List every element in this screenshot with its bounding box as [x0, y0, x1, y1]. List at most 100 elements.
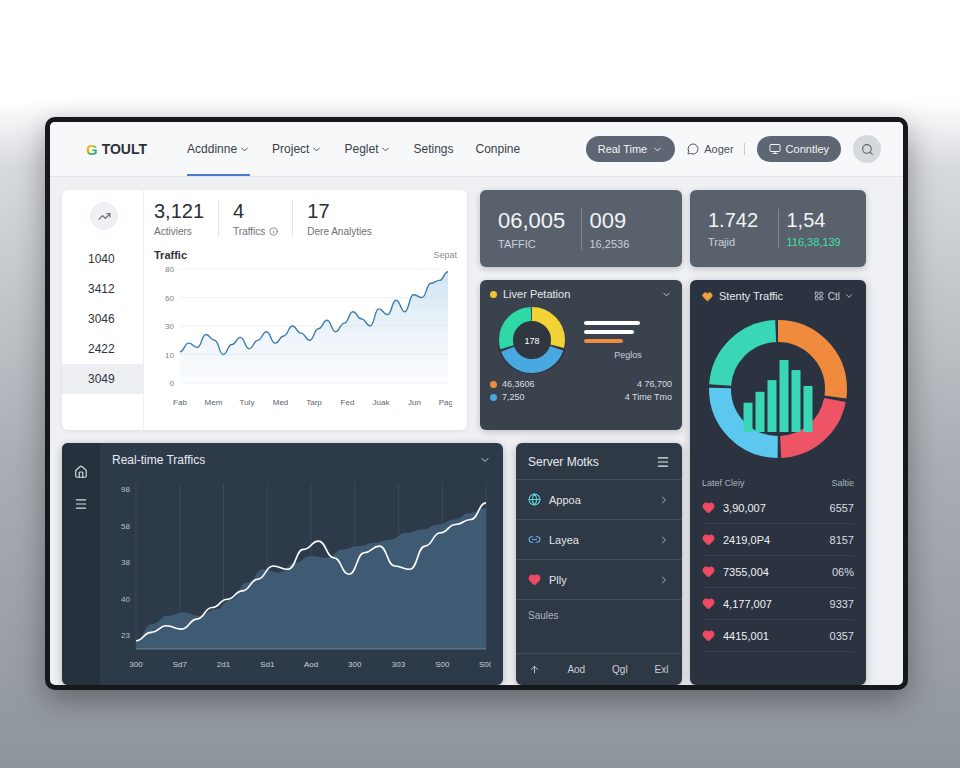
- nav-item[interactable]: Project: [272, 122, 322, 176]
- mode-dropdown[interactable]: Real Time: [586, 136, 676, 162]
- user-link[interactable]: Aoger: [687, 143, 744, 155]
- x-label: Sd1: [260, 660, 275, 669]
- y-tick: 0: [170, 379, 175, 388]
- card-menu[interactable]: [661, 289, 672, 300]
- value-item[interactable]: 3049: [62, 364, 143, 394]
- traffic-chart: 806030100FabMemTulyMedTarpFedJuakJunPagd: [154, 261, 452, 409]
- x-label: 2d1: [217, 660, 231, 669]
- home-icon[interactable]: [74, 465, 88, 479]
- table-row[interactable]: 2419,0P48157: [702, 524, 854, 556]
- stat-value: 3,121: [154, 200, 204, 223]
- donut-segment[interactable]: [720, 331, 836, 447]
- value-item[interactable]: 3046: [62, 304, 143, 334]
- table-row[interactable]: 4,177,0079337: [702, 588, 854, 620]
- figure: 46,3606: [490, 379, 535, 389]
- donut-segment[interactable]: [506, 314, 558, 366]
- donut-segment[interactable]: [506, 314, 558, 366]
- row-share: 0357: [830, 630, 854, 642]
- chart-action[interactable]: Sepat: [433, 250, 457, 260]
- search-button[interactable]: [853, 135, 881, 163]
- heart-icon: [702, 501, 715, 514]
- x-label: 300: [348, 660, 362, 669]
- chevron-right-icon: [658, 494, 670, 506]
- chevron-down-icon: [844, 291, 854, 301]
- row-share: 6557: [830, 502, 854, 514]
- y-tick: 30: [165, 322, 174, 331]
- nav-item[interactable]: Peglet: [344, 122, 391, 176]
- traffic-bar[interactable]: [768, 380, 777, 432]
- y-tick: 40: [121, 595, 130, 604]
- trend-icon: [98, 210, 111, 223]
- table-row[interactable]: 3,90,0076557: [702, 492, 854, 524]
- card-menu[interactable]: Ctl: [814, 291, 854, 302]
- x-label: Fab: [173, 398, 187, 407]
- menu-icon[interactable]: [74, 497, 88, 511]
- traffic-bar[interactable]: [792, 370, 801, 432]
- stat-label: TAFFIC: [498, 238, 573, 250]
- chat-icon: [687, 143, 699, 155]
- nav-item[interactable]: Conpine: [476, 122, 521, 176]
- donut-wrap: [702, 314, 854, 464]
- heart-icon: [702, 597, 715, 610]
- menu-icon[interactable]: [656, 455, 670, 469]
- traffic-line[interactable]: [136, 503, 486, 641]
- traffic-bar[interactable]: [756, 392, 765, 432]
- donut-segment[interactable]: [506, 314, 558, 366]
- card-header: Liver Petation: [490, 288, 672, 300]
- table-row[interactable]: 7355,00406%: [702, 556, 854, 588]
- row-share: 06%: [832, 566, 854, 578]
- footer-item[interactable]: Qgl: [612, 664, 628, 675]
- donut-segment[interactable]: [720, 331, 836, 447]
- card-title: Stenty Traffic: [719, 290, 783, 302]
- logo[interactable]: GTOULT: [86, 141, 147, 158]
- stat: 1,54116,38,139: [779, 209, 857, 248]
- stat: 06,005TAFFIC: [490, 208, 582, 250]
- value-item[interactable]: 3412: [62, 274, 143, 304]
- arrow-up-icon: [529, 664, 540, 675]
- figure-dot: [490, 381, 497, 388]
- value-item[interactable]: 2422: [62, 334, 143, 364]
- column-header: Latef Cleiy: [702, 478, 745, 488]
- account-button[interactable]: Conntley: [757, 136, 841, 162]
- server-row[interactable]: Appoa: [516, 479, 682, 519]
- stat: 17Dere Analyties: [307, 200, 385, 237]
- column-header: Saltie: [831, 478, 854, 488]
- stat-value: 1.742: [708, 209, 770, 232]
- traffic-stat-card: 06,005TAFFIC00916,2536: [480, 190, 682, 267]
- traffic-bar[interactable]: [744, 403, 753, 432]
- page: GTOULT Acddinne Project Peglet Setings Conpin…: [0, 0, 960, 768]
- up-button[interactable]: [529, 664, 540, 675]
- legend-bar: [584, 330, 634, 334]
- card-menu[interactable]: [479, 454, 491, 466]
- x-label: Juak: [373, 398, 391, 407]
- footer-item[interactable]: Aod: [567, 664, 585, 675]
- server-row[interactable]: Layea: [516, 519, 682, 559]
- top-row: 10403412304624223049 3,121Activiers 4 Traff…: [62, 190, 682, 430]
- trend-stat-card: 1.742Trajid1,54116,38,139: [690, 190, 866, 267]
- stat: 4 Traffics: [233, 200, 293, 237]
- traffic-line[interactable]: [180, 272, 448, 355]
- donut-segment[interactable]: [720, 331, 836, 447]
- info-icon: [269, 227, 278, 236]
- server-row[interactable]: Plly: [516, 559, 682, 599]
- value-item[interactable]: 1040: [62, 244, 143, 274]
- traffic-bar[interactable]: [804, 386, 813, 432]
- footer-item[interactable]: Exl: [655, 664, 669, 675]
- nav-item[interactable]: Setings: [413, 122, 453, 176]
- row-share: 9337: [830, 598, 854, 610]
- x-label: 300: [129, 660, 143, 669]
- donut-ring: [720, 331, 836, 447]
- stat-value: 4: [233, 200, 278, 223]
- x-label: Tarp: [306, 398, 322, 407]
- figure-row: 7,2504 Time Tmo: [490, 392, 672, 402]
- trend-button[interactable]: [90, 202, 118, 230]
- x-label: S00: [435, 660, 450, 669]
- traffic-bar[interactable]: [780, 360, 789, 432]
- stat: 3,121Activiers: [154, 200, 219, 237]
- monitor-icon: [769, 143, 781, 155]
- stat-label: Traffics: [233, 226, 278, 237]
- donut-segment[interactable]: [720, 331, 836, 447]
- nav-item[interactable]: Acddinne: [187, 122, 250, 176]
- table-row[interactable]: 4415,0010357: [702, 620, 854, 652]
- x-label: Fed: [341, 398, 355, 407]
